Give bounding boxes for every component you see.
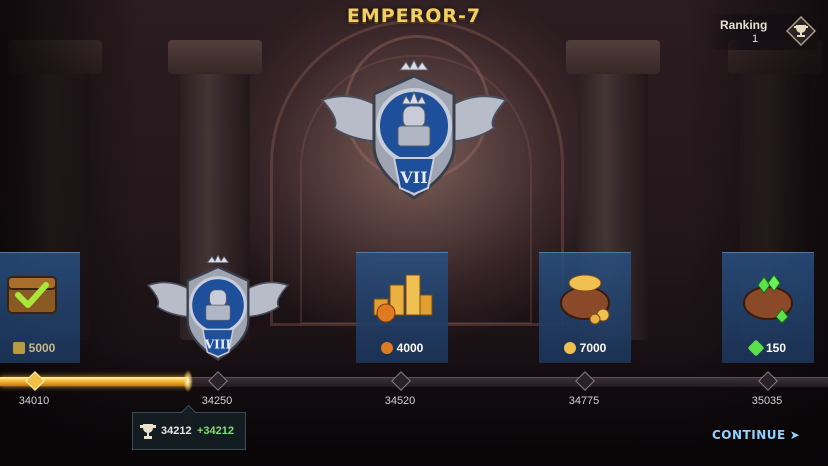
gold-coin-stack-icon — [373, 274, 433, 323]
chest-claimed-icon — [7, 276, 57, 314]
milestone-score: 34250 — [201, 395, 233, 407]
arrow-right-icon: ➤ — [789, 428, 801, 442]
tier-badge-viii[interactable]: VIII — [145, 255, 291, 365]
ranking-panel[interactable]: Ranking 1 — [706, 14, 818, 50]
emperor-badge-icon: VII — [320, 60, 508, 200]
current-trophies: 34212 — [161, 425, 192, 437]
svg-text:VIII: VIII — [204, 337, 232, 351]
reward-amount: 150 — [722, 339, 814, 357]
trophy-icon[interactable] — [786, 16, 816, 46]
milestone-score: 34010 — [18, 395, 50, 407]
gold-coin-icon — [380, 342, 393, 354]
milestone-score: 34520 — [384, 395, 416, 407]
reward-amount: 7000 — [539, 341, 631, 355]
progress-spark — [181, 367, 195, 395]
crown-icon — [12, 342, 25, 354]
continue-label: CONTINUE — [712, 428, 786, 442]
continue-button[interactable]: CONTINUE ➤ — [712, 428, 800, 442]
gold-coin-icon — [563, 342, 576, 354]
reward-card-gold-bag[interactable]: 7000 — [539, 252, 631, 363]
svg-text:VII: VII — [399, 168, 427, 187]
league-title: EMPEROR-7 — [346, 5, 482, 27]
coin-bag-icon — [560, 274, 610, 325]
current-trophies-callout: 34212 +34212 — [132, 412, 246, 450]
gem-icon — [747, 339, 765, 357]
reward-card-gold-stacks[interactable]: 4000 — [356, 252, 448, 363]
milestone-score: 34775 — [568, 395, 600, 407]
trophy-gain: +34212 — [197, 425, 235, 437]
trophy-road-screen: EMPEROR-7 Ranking 1 VII 5000 VIII 4000 7… — [0, 0, 828, 466]
trophy-icon — [140, 424, 156, 439]
gem-bag-icon — [743, 274, 793, 324]
ranking-value: 1 — [752, 33, 759, 45]
reward-card-crowns[interactable]: 5000 — [0, 252, 80, 363]
reward-amount: 5000 — [0, 341, 80, 355]
milestone-score: 35035 — [751, 395, 783, 407]
reward-card-gem-bag[interactable]: 150 — [722, 252, 814, 363]
reward-amount: 4000 — [356, 341, 448, 355]
ranking-label: Ranking — [720, 18, 768, 32]
